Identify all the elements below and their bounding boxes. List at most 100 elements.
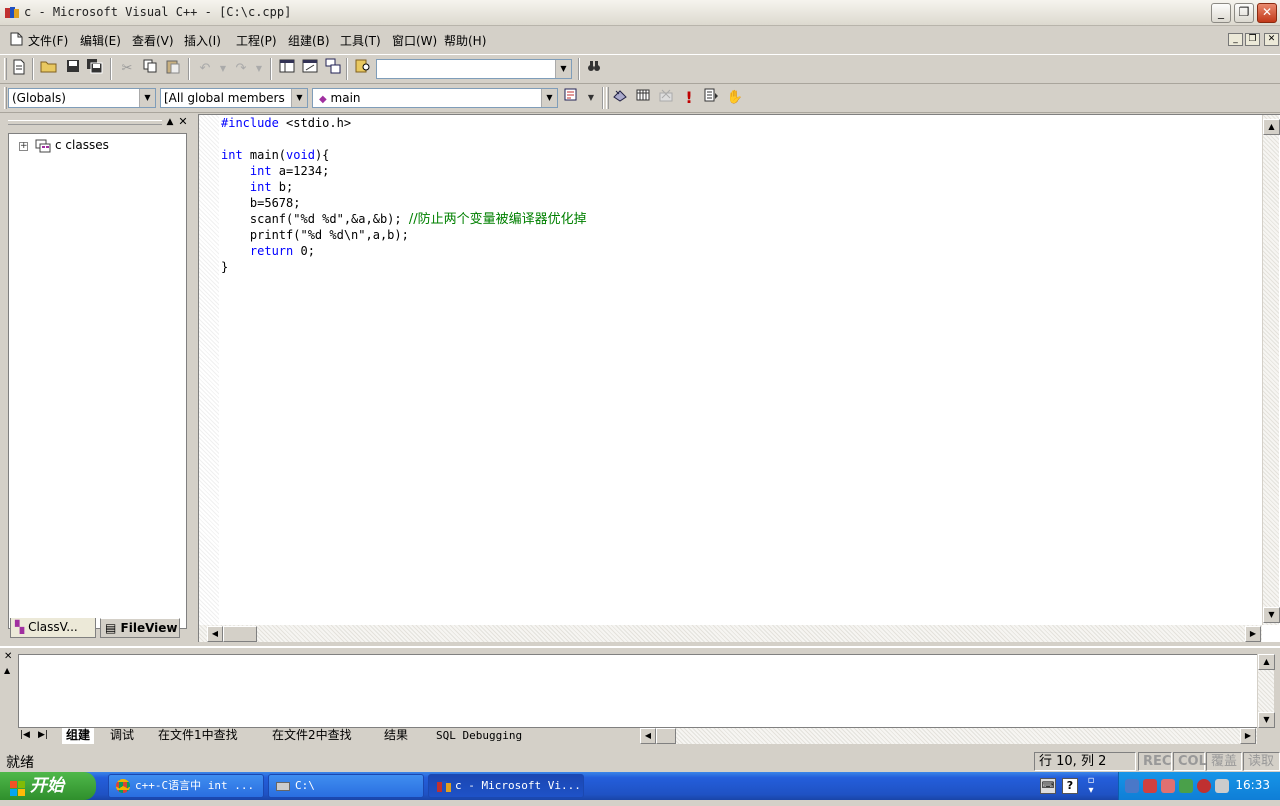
output-tab-build[interactable]: 组建 — [62, 728, 95, 744]
code-line[interactable]: } — [221, 259, 587, 275]
tab-fileview[interactable]: ▤ FileView — [100, 618, 180, 638]
chevron-down-icon[interactable]: ▼ — [139, 89, 155, 107]
editor-gutter[interactable] — [199, 115, 219, 625]
output-resize-button[interactable]: ▲ — [4, 666, 14, 676]
output-vertical-scrollbar[interactable]: ▲ ▼ — [1257, 654, 1275, 728]
workspace-pane-header[interactable]: ▲ ✕ — [6, 115, 189, 131]
code-line[interactable]: printf("%d %d\n",a,b); — [221, 227, 587, 243]
update-icon[interactable] — [1179, 779, 1193, 793]
build-button[interactable] — [632, 87, 654, 109]
output-tab-debug[interactable]: 调试 — [110, 728, 134, 744]
scroll-down-button[interactable]: ▼ — [1263, 607, 1280, 623]
save-button[interactable] — [62, 58, 84, 80]
mdi-restore-button[interactable]: ❐ — [1245, 33, 1260, 46]
scroll-right-button[interactable]: ▶ — [1240, 728, 1256, 744]
execute-button[interactable]: ! — [678, 87, 700, 109]
save-all-button[interactable] — [84, 58, 106, 80]
find-button[interactable] — [583, 58, 605, 80]
toolbar-grip[interactable] — [4, 87, 7, 109]
code-line[interactable]: int main(void){ — [221, 147, 587, 163]
new-text-file-button[interactable] — [8, 58, 30, 80]
language-bar-options-icon[interactable]: ▫ ▾ — [1084, 776, 1098, 796]
scroll-left-button[interactable]: ◀ — [207, 626, 223, 642]
tab-scroll-left-button[interactable]: |◀ — [20, 728, 30, 743]
output-horizontal-scrollbar[interactable]: ◀ ▶ — [640, 728, 1257, 744]
tree-expand-toggle[interactable]: + — [19, 142, 28, 151]
source-code[interactable]: #include <stdio.h> int main(void){ int a=… — [221, 115, 587, 275]
code-editor[interactable]: #include <stdio.h> int main(void){ int a=… — [198, 114, 1280, 642]
horizontal-scroll-thumb[interactable] — [656, 728, 676, 744]
output-tab-results[interactable]: 结果 — [384, 728, 408, 744]
scroll-left-button[interactable]: ◀ — [640, 728, 656, 744]
chevron-down-icon[interactable]: ▼ — [291, 89, 307, 107]
scroll-up-button[interactable]: ▲ — [1263, 119, 1280, 135]
code-line[interactable]: b=5678; — [221, 195, 587, 211]
code-line[interactable]: int b; — [221, 179, 587, 195]
shield-icon[interactable] — [1197, 779, 1211, 793]
security-alert-icon[interactable] — [1143, 779, 1157, 793]
task-visual-cpp[interactable]: c - Microsoft Vi... — [428, 774, 584, 798]
go-button[interactable] — [700, 87, 722, 109]
document-icon[interactable] — [10, 32, 23, 46]
window-list-button[interactable] — [322, 58, 344, 80]
member-combo[interactable]: ◆ main ▼ — [312, 88, 558, 108]
menu-project[interactable]: 工程(P) — [236, 32, 277, 49]
minimize-button[interactable]: _ — [1211, 3, 1231, 23]
help-icon[interactable]: ? — [1062, 778, 1078, 794]
code-line[interactable]: return 0; — [221, 243, 587, 259]
open-button[interactable] — [38, 58, 60, 80]
output-tab-sql-debugging[interactable]: SQL Debugging — [436, 728, 522, 744]
editor-vertical-scrollbar[interactable]: ▲ ▼ — [1262, 115, 1280, 625]
class-view-tree[interactable]: + c classes — [8, 133, 187, 629]
code-line[interactable]: int a=1234; — [221, 163, 587, 179]
keyboard-icon[interactable]: ⌨ — [1040, 778, 1056, 794]
menu-insert[interactable]: 插入(I) — [184, 32, 221, 49]
paste-button[interactable] — [162, 58, 184, 80]
pane-close-button[interactable]: ✕ — [177, 116, 189, 128]
insert-breakpoint-button[interactable]: ✋ — [724, 87, 746, 109]
chevron-down-icon[interactable]: ▼ — [555, 60, 571, 78]
menu-edit[interactable]: 编辑(E) — [80, 32, 121, 49]
menu-help[interactable]: 帮助(H) — [444, 32, 486, 49]
tree-root-label[interactable]: c classes — [55, 138, 109, 152]
redo-dropdown-button[interactable]: ▼ — [248, 58, 270, 80]
task-explorer[interactable]: C:\ — [268, 774, 424, 798]
scroll-down-button[interactable]: ▼ — [1258, 712, 1275, 728]
editor-horizontal-scrollbar[interactable]: ◀ ▶ — [199, 625, 1262, 642]
network-icon[interactable] — [1125, 779, 1139, 793]
scroll-right-button[interactable]: ▶ — [1245, 626, 1261, 642]
close-button[interactable]: ✕ — [1257, 3, 1277, 23]
compile-button[interactable] — [609, 87, 631, 109]
code-line[interactable]: scanf("%d %d",&a,&b); //防止两个变量被编译器优化掉 — [221, 211, 587, 227]
menu-build[interactable]: 组建(B) — [288, 32, 330, 49]
copy-button[interactable] — [139, 58, 161, 80]
workspace-button[interactable] — [276, 58, 298, 80]
display-icon[interactable] — [1215, 779, 1229, 793]
find-in-files-button[interactable] — [352, 58, 374, 80]
maximize-button[interactable]: ❐ — [1234, 3, 1254, 23]
menu-view[interactable]: 查看(V) — [132, 32, 174, 49]
find-combo[interactable]: ▼ — [376, 59, 572, 79]
toolbar-grip[interactable] — [4, 58, 7, 80]
antivirus-icon[interactable] — [1161, 779, 1175, 793]
code-line[interactable] — [221, 131, 587, 147]
task-chrome[interactable]: c++-C语言中 int ... — [108, 774, 264, 798]
cut-button[interactable]: ✂ — [116, 58, 138, 80]
menu-file[interactable]: 文件(F) — [28, 32, 68, 49]
output-text-area[interactable] — [18, 654, 1258, 728]
start-button[interactable]: 开始 — [0, 772, 96, 800]
tab-classview[interactable]: ▚ ClassV... — [10, 618, 96, 638]
output-tab-find1[interactable]: 在文件1中查找 — [158, 728, 238, 744]
pane-maximize-button[interactable]: ▲ — [164, 116, 176, 128]
tab-scroll-right-button[interactable]: ▶| — [38, 728, 48, 743]
menu-tools[interactable]: 工具(T) — [340, 32, 381, 49]
output-window-button[interactable] — [299, 58, 321, 80]
title-bar[interactable]: c - Microsoft Visual C++ - [C:\c.cpp] _ … — [0, 0, 1280, 26]
output-close-button[interactable]: ✕ — [4, 652, 14, 662]
menu-window[interactable]: 窗口(W) — [392, 32, 437, 49]
wizard-action-button[interactable] — [560, 87, 582, 109]
mdi-minimize-button[interactable]: _ — [1228, 33, 1243, 46]
filter-combo[interactable]: [All global members ▼ — [160, 88, 308, 108]
horizontal-scroll-thumb[interactable] — [223, 626, 257, 642]
chevron-down-icon[interactable]: ▼ — [541, 89, 557, 107]
